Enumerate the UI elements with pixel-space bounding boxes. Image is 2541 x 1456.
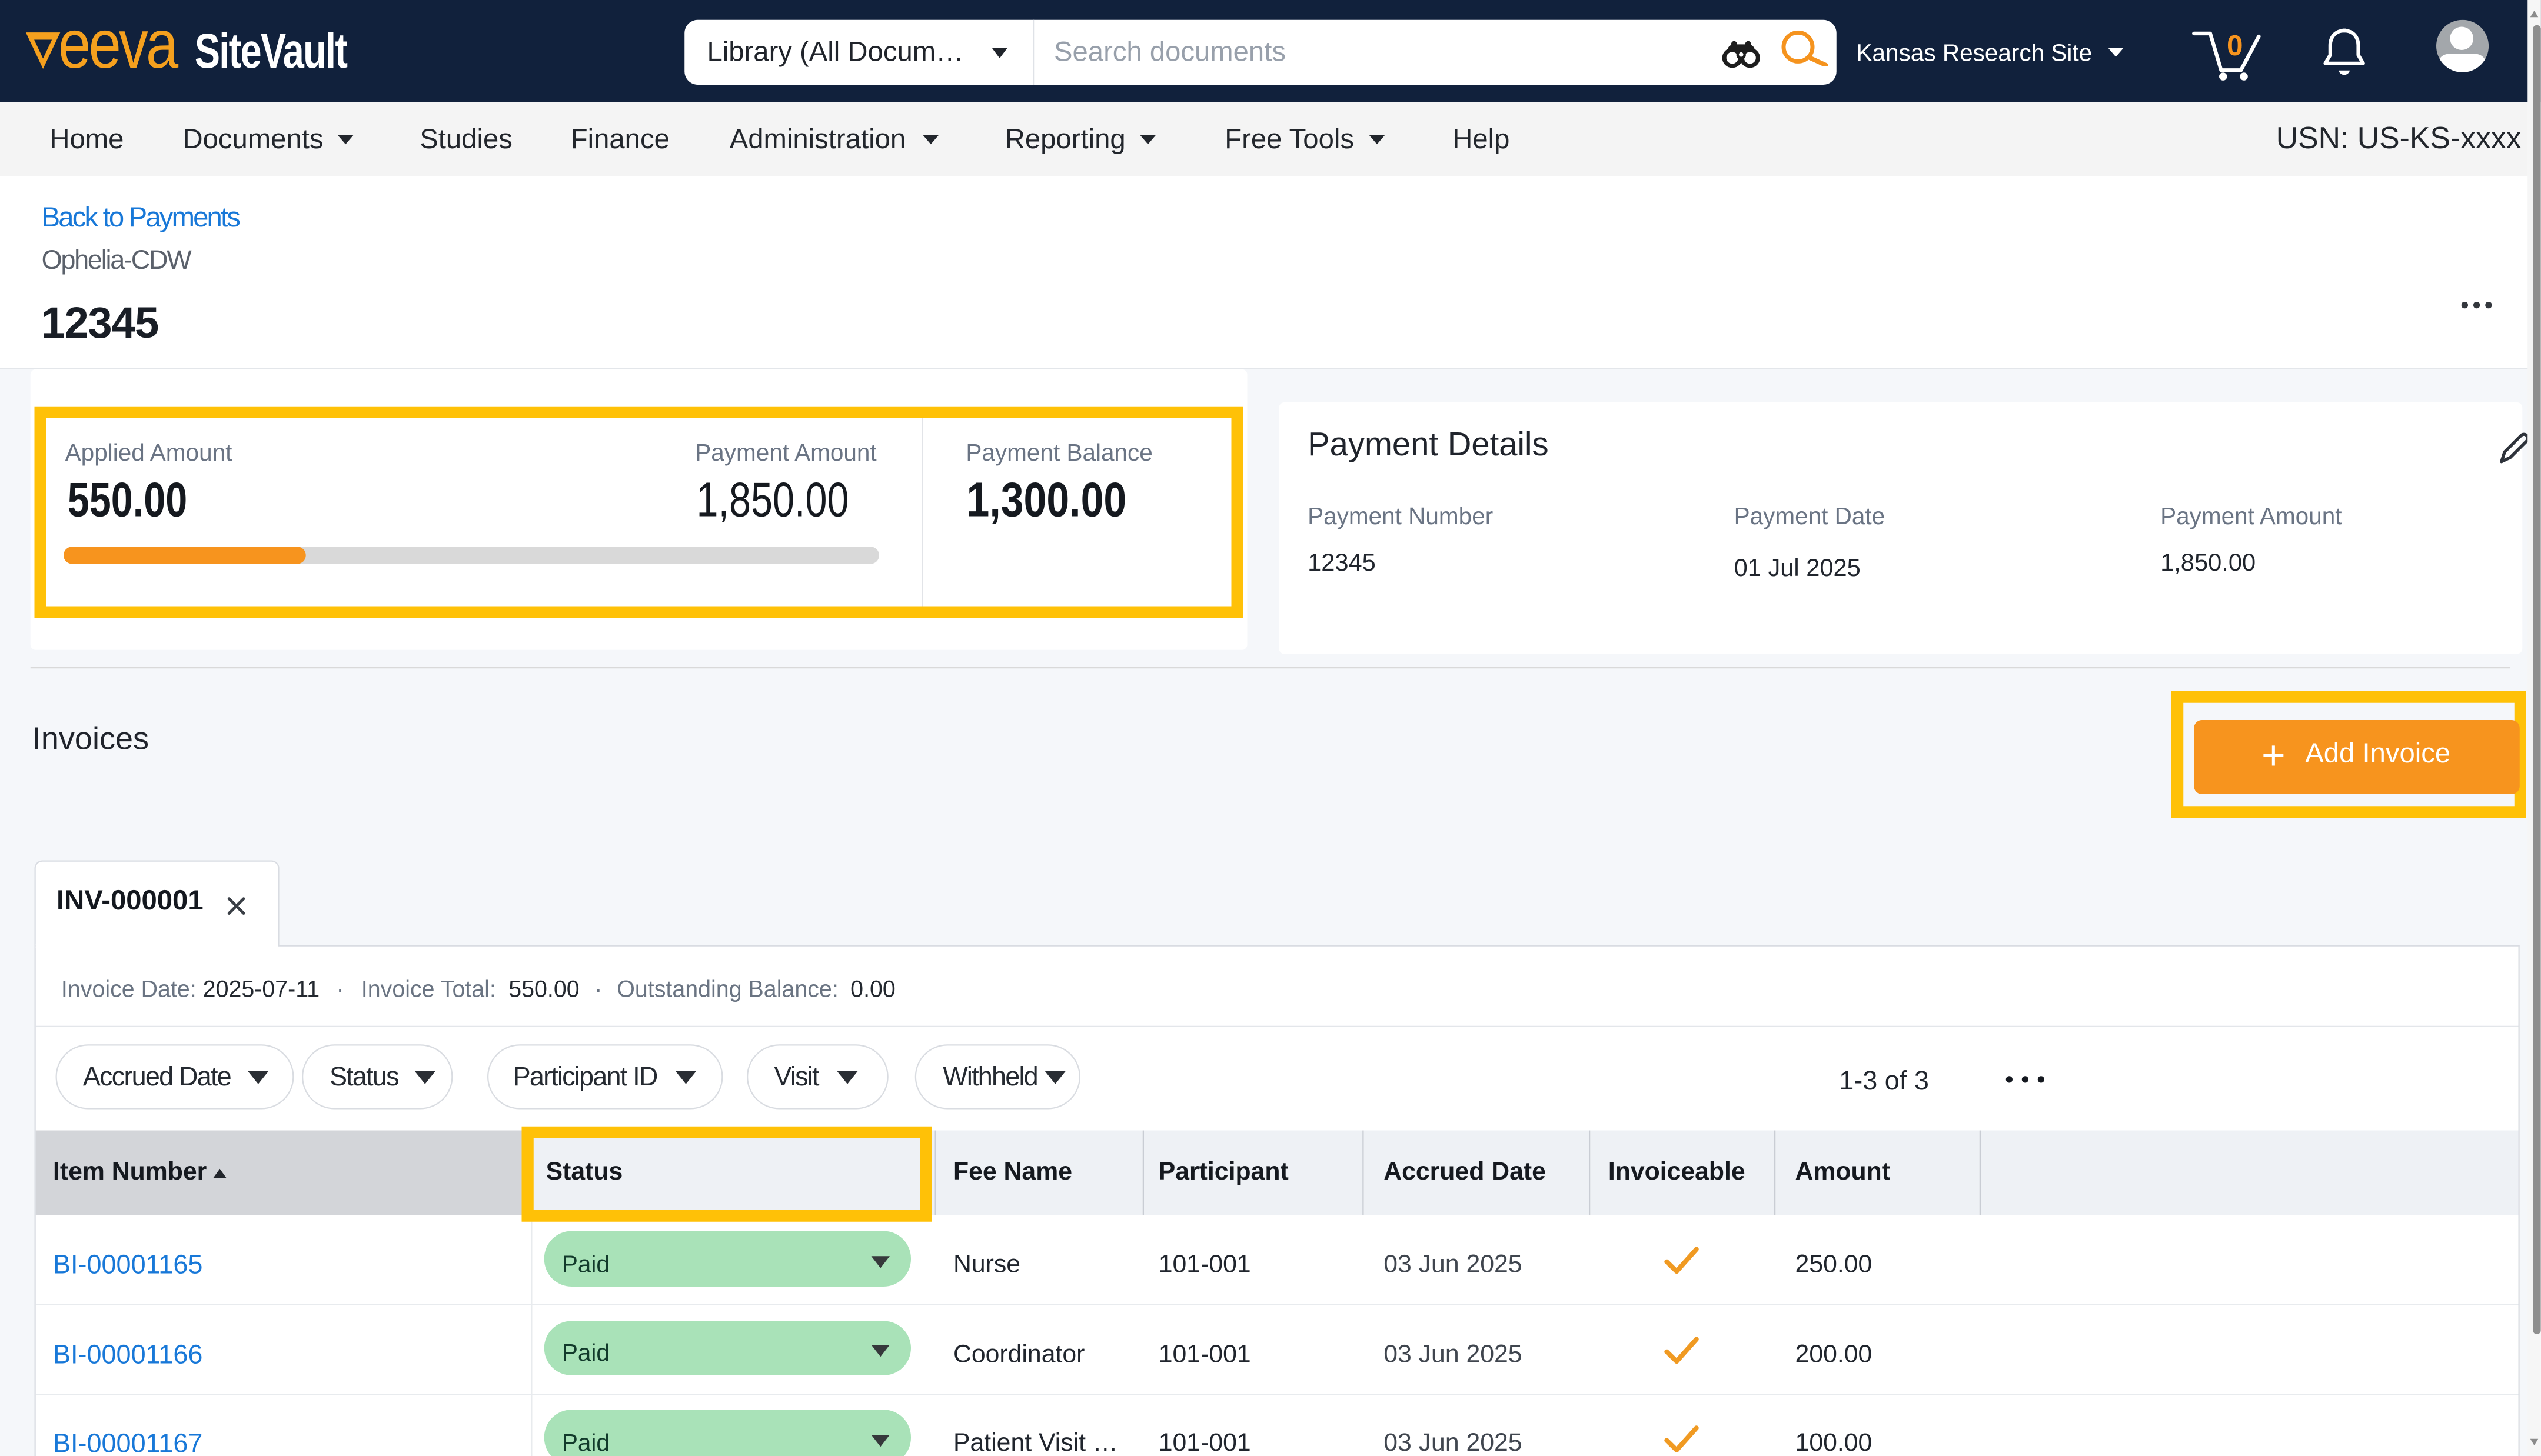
svg-text:0: 0 <box>2227 29 2243 61</box>
